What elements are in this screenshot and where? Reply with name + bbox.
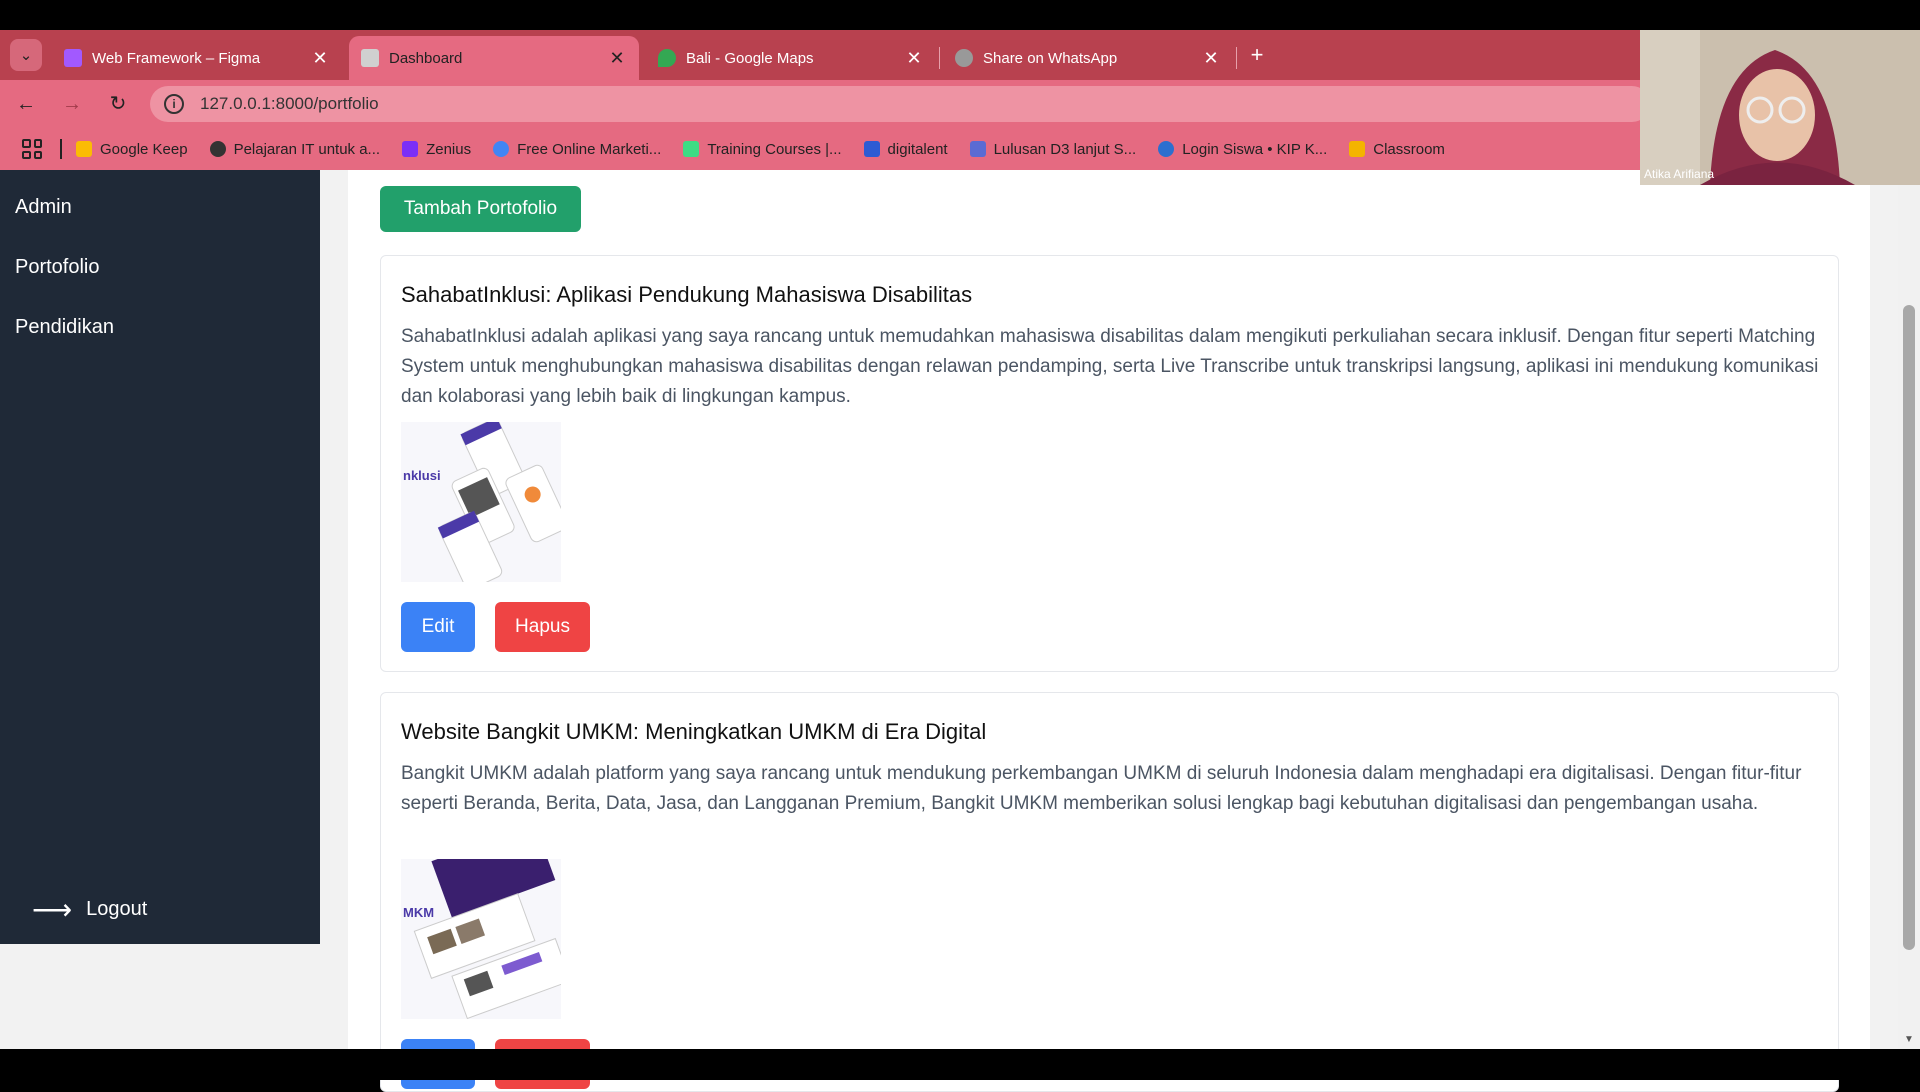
browser-window: ⌄ Web Framework – Figma ✕ Dashboard ✕ Ba… [0,30,1920,1092]
page-viewport: Admin Portofolio Pendidikan ⟶ Logout Tam… [0,170,1920,1092]
bookmarks-divider [60,139,62,159]
sidebar-item-admin[interactable]: Admin [15,196,72,219]
reload-icon: ↻ [109,93,127,115]
forward-button[interactable]: → [58,90,86,118]
apps-grid-icon[interactable] [22,139,42,159]
maps-pin-icon [658,49,676,67]
arrow-left-icon: ← [16,93,36,115]
bookmark-zenius[interactable]: Zenius [402,141,471,158]
bookmark-label: Classroom [1373,140,1445,158]
tab-separator [1236,47,1237,69]
close-icon[interactable]: ✕ [1201,48,1221,69]
webcam-person-image [1640,30,1920,185]
thumbnail-text: nklusi [403,468,441,483]
bookmark-label: Google Keep [100,140,188,158]
bookmark-digitalent[interactable]: digitalent [863,140,948,158]
sidebar-item-pendidikan[interactable]: Pendidikan [15,316,114,339]
kip-icon [1158,141,1175,157]
keep-icon [76,141,92,157]
back-button[interactable]: ← [12,90,40,118]
portfolio-description: Bangkit UMKM adalah platform yang saya r… [401,763,1802,814]
bookmark-login-siswa-kip[interactable]: Login Siswa • KIP K... [1158,141,1327,158]
portfolio-thumbnail: MKM [401,859,561,1019]
tab-label: Bali - Google Maps [686,49,814,67]
portfolio-description: SahabatInklusi adalah aplikasi yang saya… [401,326,1819,407]
bookmark-label: Lulusan D3 lanjut S... [993,140,1137,158]
edit-button[interactable]: Edit [401,602,475,652]
close-icon[interactable]: ✕ [310,48,330,69]
site-info-icon[interactable]: i [164,94,184,114]
tab-label: Share on WhatsApp [983,49,1118,67]
digitalent-icon [863,141,880,157]
classroom-icon [1349,141,1366,157]
screen-top-bar [0,0,1920,30]
zenius-icon [402,141,419,157]
figma-icon [64,49,82,67]
bookmark-free-online-marketing[interactable]: Free Online Marketi... [493,141,661,158]
thumbnail-text: MKM [403,905,434,920]
bookmark-label: Login Siswa • KIP K... [1182,140,1328,158]
address-url[interactable]: 127.0.0.1:8000/portfolio [200,94,379,114]
dashboard-favicon-icon [361,49,379,67]
close-icon[interactable]: ✕ [607,48,627,69]
tab-figma[interactable]: Web Framework – Figma ✕ [52,36,342,80]
bookmark-label: digitalent [887,140,948,158]
bookmark-label: Zenius [426,140,472,158]
logout-label: Logout [86,898,148,920]
bookmark-label: Pelajaran IT untuk a... [233,140,381,158]
globe-icon [209,141,226,157]
address-bar[interactable]: i 127.0.0.1:8000/portfolio [150,86,1650,122]
new-tab-button[interactable]: + [1244,42,1270,68]
plus-icon: + [1250,42,1264,67]
bookmark-lulusan-d3[interactable]: Lulusan D3 lanjut S... [969,140,1137,158]
scroll-down-icon[interactable]: ▼ [1903,1034,1915,1045]
chevron-down-icon: ⌄ [19,47,33,64]
arrow-right-icon: ⟶ [32,893,73,925]
tab-dashboard[interactable]: Dashboard ✕ [349,36,639,80]
bookmark-pelajaran-it[interactable]: Pelajaran IT untuk a... [209,140,381,158]
portfolio-card: SahabatInklusi: Aplikasi Pendukung Mahas… [380,255,1839,672]
tab-search-dropdown[interactable]: ⌄ [10,39,42,71]
delete-button[interactable]: Hapus [495,602,590,652]
tab-whatsapp[interactable]: Share on WhatsApp ✕ [943,36,1233,80]
android-icon [683,141,700,157]
portfolio-thumbnail: nklusi [401,422,561,582]
bookmark-label: Training Courses |... [707,140,842,158]
page-scrollbar[interactable]: ▲ ▼ [1898,170,1920,1049]
reload-button[interactable]: ↻ [104,90,132,118]
sidebar-item-portofolio[interactable]: Portofolio [15,256,100,279]
bookmark-classroom[interactable]: Classroom [1349,141,1445,158]
logout-button[interactable]: ⟶ Logout [32,893,148,925]
screen-bottom-bar [0,1049,1920,1080]
bookmark-label: Free Online Marketi... [517,140,662,158]
webcam-name: Atika Arifiana [1644,167,1715,181]
tab-strip: ⌄ Web Framework – Figma ✕ Dashboard ✕ Ba… [0,30,1920,80]
bookmark-google-keep[interactable]: Google Keep [76,141,188,158]
webcam-overlay: Atika Arifiana [1640,30,1920,185]
site-icon [969,141,986,157]
portfolio-title: Website Bangkit UMKM: Meningkatkan UMKM … [401,719,987,744]
tab-label: Dashboard [389,49,463,67]
arrow-right-icon: → [62,93,82,115]
portfolio-card: Website Bangkit UMKM: Meningkatkan UMKM … [380,692,1839,1092]
tab-separator [939,47,940,69]
browser-toolbar: ← → ↻ i 127.0.0.1:8000/portfolio [0,80,1920,128]
tab-label: Web Framework – Figma [92,49,261,67]
bookmark-training-courses[interactable]: Training Courses |... [683,140,842,158]
google-icon [493,141,510,157]
globe-icon [955,49,973,67]
sidebar: Admin Portofolio Pendidikan ⟶ Logout [0,170,320,944]
close-icon[interactable]: ✕ [904,48,924,69]
bookmarks-bar: Google Keep Pelajaran IT untuk a... Zeni… [0,128,1920,170]
portfolio-title: SahabatInklusi: Aplikasi Pendukung Mahas… [401,282,973,307]
scrollbar-thumb[interactable] [1903,305,1915,950]
add-portfolio-button[interactable]: Tambah Portofolio [380,186,581,232]
tab-google-maps[interactable]: Bali - Google Maps ✕ [646,36,936,80]
